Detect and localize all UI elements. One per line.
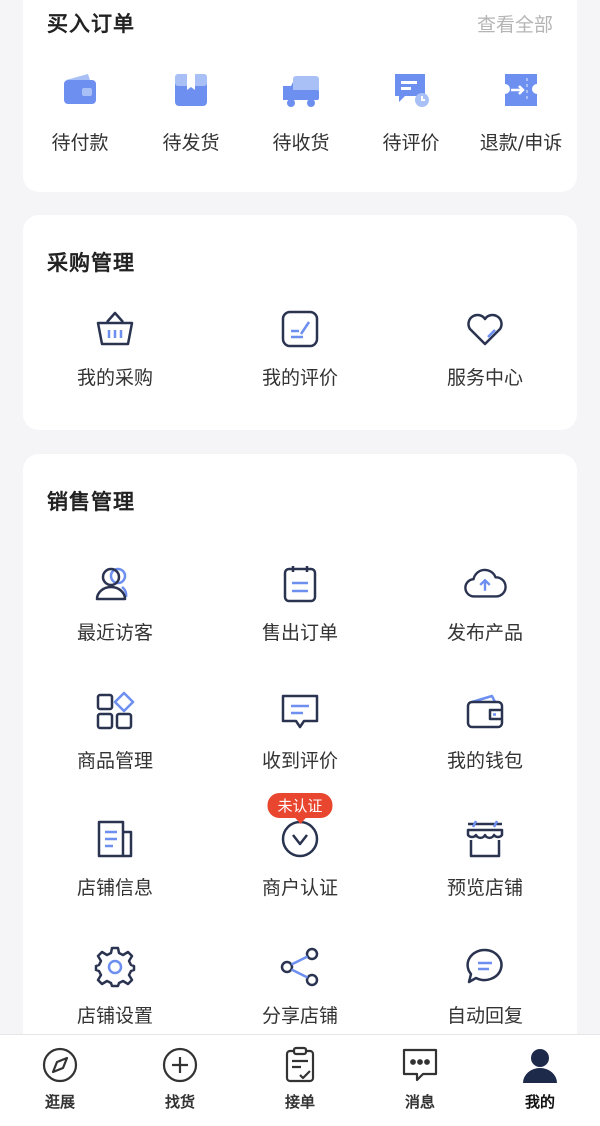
grid-item-label: 发布产品 (446, 622, 523, 644)
visitors-icon (93, 562, 137, 606)
compass-icon (40, 1045, 80, 1085)
publish-product[interactable]: 发布产品 (393, 562, 577, 645)
tab-find-goods[interactable]: 找货 (120, 1035, 240, 1126)
order-pending-receipt[interactable]: 待收货 (246, 68, 356, 155)
order-item-label: 退款/申诉 (479, 132, 563, 154)
clipboard-icon (278, 562, 322, 606)
tab-explore[interactable]: 逛展 (0, 1035, 120, 1126)
document-icon (93, 817, 137, 861)
my-wallet[interactable]: 我的钱包 (393, 690, 577, 773)
my-purchases[interactable]: 我的采购 (23, 307, 207, 390)
gear-icon (93, 945, 137, 989)
grid-item-label: 店铺信息 (76, 877, 153, 899)
tab-label: 接单 (284, 1093, 315, 1111)
bottom-tab-bar: 逛展 找货 接单 消息 我的 (0, 1034, 600, 1126)
store-info[interactable]: 店铺信息 (23, 817, 207, 900)
grid-item-label: 店铺设置 (76, 1005, 153, 1027)
user-icon (520, 1045, 560, 1085)
buy-orders-card: 买入订单 查看全部 待付款 待发货 待收货 待评价 退款/申诉 (23, 0, 577, 192)
wallet-outline-icon (463, 690, 507, 734)
order-item-label: 待收货 (272, 132, 330, 154)
grid-item-label: 分享店铺 (261, 1005, 338, 1027)
basket-icon (93, 307, 137, 351)
tab-label: 我的 (524, 1093, 555, 1111)
message-icon (278, 690, 322, 734)
recent-visitors[interactable]: 最近访客 (23, 562, 207, 645)
grid-item-label: 最近访客 (76, 622, 153, 644)
order-pending-review[interactable]: 待评价 (356, 68, 466, 155)
grid-item-label: 商户认证 (261, 877, 338, 899)
preview-store[interactable]: 预览店铺 (393, 817, 577, 900)
package-icon (169, 68, 213, 112)
received-reviews[interactable]: 收到评价 (208, 690, 392, 773)
refund-ticket-icon (499, 68, 543, 112)
order-item-label: 待发货 (162, 132, 220, 154)
plus-circle-icon (160, 1045, 200, 1085)
grid-item-label: 售出订单 (261, 622, 338, 644)
tab-mine[interactable]: 我的 (480, 1035, 600, 1126)
grid-icon (93, 690, 137, 734)
truck-icon (279, 68, 323, 112)
my-reviews[interactable]: 我的评价 (208, 307, 392, 390)
order-refund-appeal[interactable]: 退款/申诉 (466, 68, 576, 155)
purchase-management-card: 采购管理 我的采购 我的评价 服务中心 (23, 215, 577, 430)
tab-label: 找货 (164, 1093, 195, 1111)
sold-orders[interactable]: 售出订单 (208, 562, 392, 645)
grid-item-label: 我的评价 (261, 367, 338, 389)
checklist-icon (280, 1045, 320, 1085)
grid-item-label: 预览店铺 (446, 877, 523, 899)
grid-item-label: 我的采购 (76, 367, 153, 389)
tab-accept-orders[interactable]: 接单 (240, 1035, 360, 1126)
grid-item-label: 服务中心 (446, 367, 523, 389)
order-item-label: 待付款 (51, 132, 109, 154)
purchase-title: 采购管理 (47, 251, 135, 275)
order-item-label: 待评价 (382, 132, 440, 154)
view-all-link[interactable]: 查看全部 (477, 10, 553, 37)
unverified-badge: 未认证 (267, 793, 333, 818)
grid-item-label: 我的钱包 (446, 750, 523, 772)
grid-item-label: 自动回复 (446, 1005, 523, 1027)
share-store[interactable]: 分享店铺 (208, 945, 392, 1028)
grid-item-label: 商品管理 (76, 750, 153, 772)
share-icon (278, 945, 322, 989)
product-management[interactable]: 商品管理 (23, 690, 207, 773)
tab-label: 逛展 (44, 1093, 75, 1111)
service-center[interactable]: 服务中心 (393, 307, 577, 390)
wallet-icon (58, 68, 102, 112)
store-settings[interactable]: 店铺设置 (23, 945, 207, 1028)
store-icon (463, 817, 507, 861)
tab-messages[interactable]: 消息 (360, 1035, 480, 1126)
auto-reply[interactable]: 自动回复 (393, 945, 577, 1028)
order-pending-shipment[interactable]: 待发货 (136, 68, 246, 155)
sales-title: 销售管理 (47, 490, 135, 514)
review-chat-icon (389, 68, 433, 112)
tab-label: 消息 (404, 1093, 435, 1111)
buy-orders-title: 买入订单 (47, 12, 135, 36)
sales-management-card: 销售管理 最近访客 售出订单 发布产品 商品管理 收到评价 我的钱包 店铺信息 … (23, 454, 577, 1094)
edit-review-icon (278, 307, 322, 351)
cloud-upload-icon (463, 562, 507, 606)
merchant-verification[interactable]: 未认证 商户认证 (208, 793, 392, 900)
chat-bubble-icon (463, 945, 507, 989)
heart-icon (463, 307, 507, 351)
grid-item-label: 收到评价 (261, 750, 338, 772)
order-pending-payment[interactable]: 待付款 (25, 68, 135, 155)
chat-dots-icon (400, 1045, 440, 1085)
